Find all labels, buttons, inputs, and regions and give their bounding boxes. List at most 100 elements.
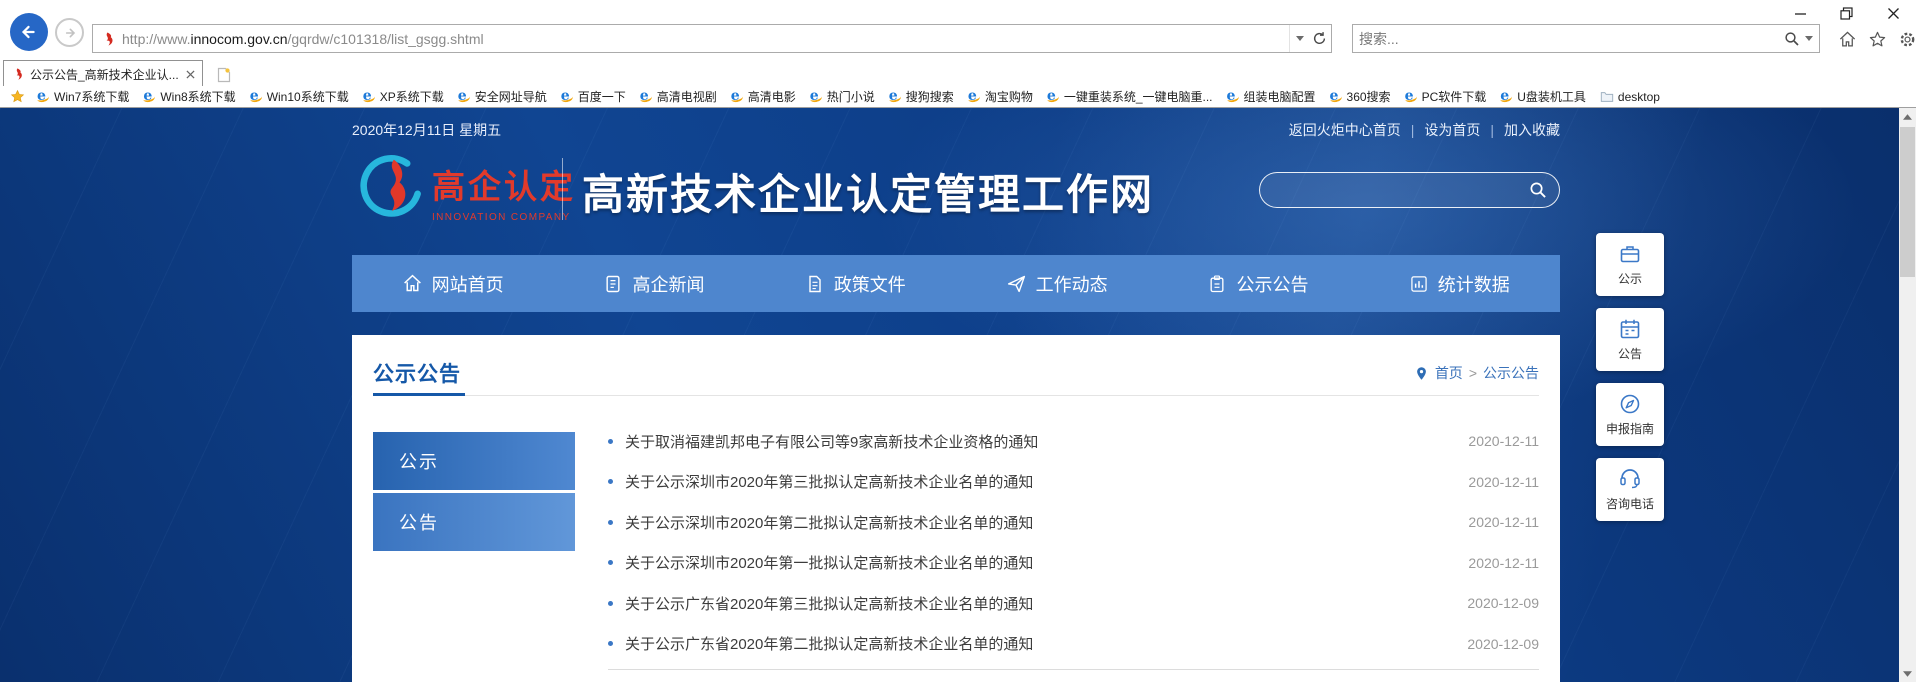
ie-favicon: e (561, 89, 574, 104)
announcement-row[interactable]: 关于公示广东省2020年第三批拟认定高新技术企业名单的通知 2020-12-09 (608, 583, 1539, 624)
bullet-dot-icon (608, 641, 613, 647)
announcement-date: 2020-12-11 (1468, 473, 1539, 490)
favorite-item[interactable]: e 百度一下 (561, 88, 626, 105)
section-divider-line (373, 395, 1539, 396)
site-search-input[interactable] (1260, 182, 1529, 198)
tab-close-icon[interactable] (186, 69, 195, 79)
section-title: 公示公告 (373, 363, 461, 386)
announcement-title[interactable]: 关于公示广东省2020年第二批拟认定高新技术企业名单的通知 (625, 633, 1467, 654)
favorite-item[interactable]: e 淘宝购物 (968, 88, 1033, 105)
ie-favicon: e (37, 89, 50, 104)
main-navigation: 网站首页 高企新闻 政策文件 工作动态 公示公告 统计数据 (352, 255, 1560, 312)
favorite-item[interactable]: e 组装电脑配置 (1227, 88, 1316, 105)
favorite-item[interactable]: e Win7系统下载 (37, 88, 129, 105)
float-menu-phone[interactable]: 咨询电话 (1596, 458, 1664, 521)
ie-favicon: e (250, 89, 263, 104)
favorite-label: 热门小说 (826, 90, 875, 104)
announcement-row[interactable]: 关于公示深圳市2020年第一批拟认定高新技术企业名单的通知 2020-12-11 (608, 543, 1539, 584)
favorite-item[interactable]: e 360搜索 (1330, 88, 1391, 105)
site-logo-flame-icon (357, 152, 425, 233)
float-menu-gonggao[interactable]: 公告 (1596, 308, 1664, 371)
news-doc-icon (606, 275, 621, 292)
announcement-title[interactable]: 关于公示深圳市2020年第三批拟认定高新技术企业名单的通知 (625, 471, 1468, 492)
url-dropdown-icon[interactable] (1296, 36, 1304, 41)
home-button[interactable] (1836, 28, 1858, 50)
side-menu-item-gonggao[interactable]: 公告 (373, 493, 575, 551)
favorite-item[interactable]: e 安全网址导航 (458, 88, 547, 105)
scroll-down-button[interactable] (1899, 665, 1916, 682)
site-search-box[interactable] (1259, 172, 1560, 208)
breadcrumb-home[interactable]: 首页 (1435, 363, 1463, 383)
announcement-title[interactable]: 关于取消福建凯邦电子有限公司等9家高新技术企业资格的通知 (625, 431, 1468, 452)
calendar-icon (1620, 319, 1640, 339)
ie-favicon: e (1047, 89, 1060, 104)
url-bar[interactable]: http://www.innocom.gov.cn/gqrdw/c101318/… (92, 24, 1332, 53)
home-icon (403, 274, 421, 292)
favorites-button[interactable] (1866, 28, 1888, 50)
ie-favicon: e (968, 89, 981, 104)
section-title-underline (373, 393, 465, 396)
vertical-scrollbar[interactable] (1899, 108, 1916, 682)
favorite-item[interactable]: e Win8系统下载 (143, 88, 235, 105)
announcement-row[interactable]: 关于取消福建凯邦电子有限公司等9家高新技术企业资格的通知 2020-12-11 (608, 421, 1539, 462)
page-date: 2020年12月11日 星期五 (352, 122, 502, 138)
nav-item-statistics[interactable]: 统计数据 (1359, 255, 1560, 312)
chrome-search-box[interactable] (1352, 24, 1820, 53)
close-button[interactable] (1870, 0, 1916, 26)
announcement-title[interactable]: 关于公示深圳市2020年第二批拟认定高新技术企业名单的通知 (625, 512, 1468, 533)
nav-item-home[interactable]: 网站首页 (352, 255, 553, 312)
link-separator: | (1490, 122, 1494, 138)
favorite-item[interactable]: desktop (1600, 90, 1660, 104)
announcement-title[interactable]: 关于公示广东省2020年第三批拟认定高新技术企业名单的通知 (625, 593, 1467, 614)
favorite-item[interactable]: e U盘装机工具 (1500, 88, 1586, 105)
link-torch-center-home[interactable]: 返回火炬中心首页 (1289, 120, 1401, 140)
breadcrumb-current[interactable]: 公示公告 (1483, 363, 1539, 383)
refresh-icon[interactable] (1312, 31, 1327, 46)
site-search-magnifier-icon[interactable] (1529, 181, 1547, 199)
star-icon (1869, 31, 1885, 46)
minimize-button[interactable] (1778, 0, 1822, 26)
side-menu: 公示 公告 (373, 432, 575, 554)
settings-button[interactable] (1896, 28, 1916, 50)
nav-item-updates[interactable]: 工作动态 (956, 255, 1157, 312)
ie-favicon: e (143, 89, 156, 104)
favorite-item[interactable]: e Win10系统下载 (250, 88, 349, 105)
nav-item-news[interactable]: 高企新闻 (553, 255, 754, 312)
favorite-label: XP系统下载 (379, 90, 444, 104)
favorite-item[interactable]: e PC软件下载 (1405, 88, 1487, 105)
favorite-item[interactable]: e XP系统下载 (363, 88, 444, 105)
favorite-item[interactable]: e 高清电影 (731, 88, 796, 105)
search-magnifier-icon[interactable] (1784, 31, 1800, 47)
announcement-date: 2020-12-09 (1467, 595, 1539, 612)
content-card: 公示公告 首页 > 公示公告 公示 公告 关于取消福建凯邦电子有限公司等9家高新… (352, 335, 1560, 682)
back-button[interactable] (10, 13, 48, 51)
active-tab[interactable]: 公示公告_高新技术企业认... (3, 60, 203, 87)
link-add-favorite[interactable]: 加入收藏 (1504, 120, 1560, 140)
announcement-title[interactable]: 关于公示深圳市2020年第一批拟认定高新技术企业名单的通知 (625, 552, 1468, 573)
folder-icon (1600, 91, 1614, 102)
float-menu-guide[interactable]: 申报指南 (1596, 383, 1664, 446)
new-tab-button[interactable] (212, 65, 236, 84)
gear-icon (1900, 32, 1914, 46)
favorite-item[interactable]: e 搜狗搜索 (889, 88, 954, 105)
favorite-item[interactable]: e 一键重装系统_一键电脑重... (1047, 88, 1213, 105)
back-arrow-icon (21, 25, 35, 39)
favorites-star-icon[interactable] (10, 89, 25, 104)
forward-button[interactable] (55, 18, 84, 47)
announcement-row[interactable]: 关于公示深圳市2020年第三批拟认定高新技术企业名单的通知 2020-12-11 (608, 462, 1539, 503)
nav-item-announcements[interactable]: 公示公告 (1157, 255, 1358, 312)
favorite-item[interactable]: e 高清电视剧 (640, 88, 717, 105)
nav-label: 公示公告 (1236, 274, 1309, 295)
scroll-up-button[interactable] (1899, 108, 1916, 125)
restore-button[interactable] (1824, 0, 1868, 26)
announcement-row[interactable]: 关于公示广东省2020年第二批拟认定高新技术企业名单的通知 2020-12-09 (608, 624, 1539, 665)
side-menu-item-gongshi[interactable]: 公示 (373, 432, 575, 490)
chrome-search-input[interactable] (1359, 30, 1784, 47)
float-menu-gongshi[interactable]: 公示 (1596, 233, 1664, 296)
scrollbar-thumb[interactable] (1900, 127, 1915, 277)
nav-item-policy[interactable]: 政策文件 (755, 255, 956, 312)
favorite-item[interactable]: e 热门小说 (810, 88, 875, 105)
announcement-row[interactable]: 关于公示深圳市2020年第二批拟认定高新技术企业名单的通知 2020-12-11 (608, 502, 1539, 543)
search-dropdown-icon[interactable] (1805, 36, 1813, 41)
link-set-homepage[interactable]: 设为首页 (1424, 120, 1480, 140)
